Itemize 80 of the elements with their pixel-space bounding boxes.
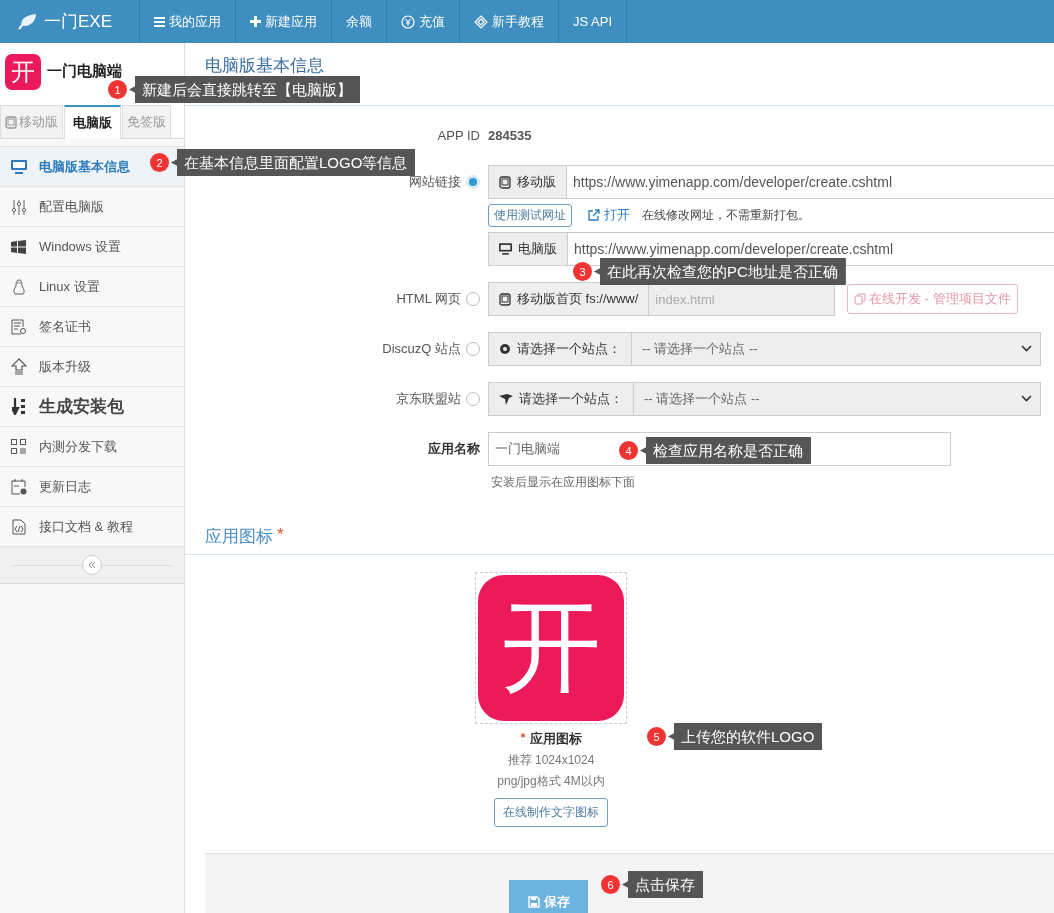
copy-icon <box>854 293 866 305</box>
coin-icon <box>401 14 415 29</box>
save-icon <box>527 896 540 908</box>
tablet-icon <box>5 115 17 129</box>
open-link[interactable]: 打开 <box>588 206 630 224</box>
callout-label: 在基本信息里面配置LOGO等信息 <box>171 149 416 176</box>
app-icon: 开 <box>5 53 41 90</box>
nav-link[interactable]: JS API <box>559 0 628 43</box>
chevron-down-icon <box>1021 345 1032 352</box>
code-file-icon <box>11 518 26 535</box>
diamond-icon <box>474 14 488 29</box>
select-value: -- 请选择一个站点 -- <box>643 390 761 408</box>
url-input-group[interactable]: 移动版 https://www.yimenapp.com/developer/create.cshtml <box>488 165 1054 199</box>
calendar-clock-icon <box>10 478 27 495</box>
field-label: DiscuzQ 站点 <box>382 340 461 358</box>
make-text-icon-button[interactable]: 在线制作文字图标 <box>494 798 608 827</box>
help-text: 推荐 1024x1024 <box>507 752 595 769</box>
section-title: 应用图标 <box>205 526 273 548</box>
step-number-badge: 3 <box>573 262 592 281</box>
callout-label: 检查应用名称是否正确 <box>640 437 811 464</box>
sidebar-menu-item[interactable]: Linux 设置 <box>0 267 184 307</box>
field-label: APP ID <box>436 127 480 143</box>
nav-link[interactable]: 新手教程 <box>460 0 559 43</box>
callout-label: 在此再次检查您的PC地址是否正确 <box>594 258 846 285</box>
url-value: https://www.yimenapp.com/developer/create.cshtml <box>573 241 895 257</box>
sidebar-menu-item[interactable]: 配置电脑版 <box>0 187 184 227</box>
step-number-badge: 5 <box>647 727 666 746</box>
sidebar-menu-item[interactable]: 版本升级 <box>0 347 184 387</box>
select-value: -- 请选择一个站点 -- <box>641 340 759 358</box>
sidebar-menu-item[interactable]: 内测分发下载 <box>0 427 184 467</box>
input-addon: 移动版 <box>489 166 567 198</box>
icon-caption: 应用图标 <box>529 730 582 748</box>
field-label: HTML 网页 <box>396 290 461 308</box>
site-select-group[interactable]: 请选择一个站点： -- 请选择一个站点 -- <box>488 382 1041 416</box>
double-chevron-left-icon <box>87 560 97 570</box>
callout-label: 新建后会直接跳转至【电脑版】 <box>129 76 360 103</box>
app-id-value: 284535 <box>488 127 532 143</box>
monitor-icon <box>10 159 27 174</box>
help-text: 在线修改网址，不需重新打包。 <box>642 206 810 224</box>
monitor-icon <box>499 243 512 255</box>
certificate-icon <box>10 318 27 335</box>
version-tab[interactable]: 电脑版 <box>64 105 121 139</box>
tablet-icon <box>499 175 511 189</box>
field-label: 应用名称 <box>427 440 480 458</box>
windows-icon <box>11 239 26 254</box>
required-mark: * <box>277 525 284 546</box>
nav-link[interactable]: 余额 <box>332 0 387 43</box>
sidebar-menu-item[interactable]: Windows 设置 <box>0 227 184 267</box>
external-link-icon <box>588 209 600 221</box>
test-url-button[interactable]: 使用测试网址 <box>488 203 572 227</box>
chevron-down-icon <box>1021 395 1032 402</box>
required-mark: * <box>520 730 526 747</box>
nav-link[interactable]: 充值 <box>387 0 460 43</box>
sidebar-menu-item[interactable]: 生成安装包 <box>0 387 184 427</box>
menu-icon <box>154 16 165 27</box>
plus-icon <box>250 16 261 27</box>
radio-button[interactable] <box>466 342 480 356</box>
leaf-icon <box>16 12 38 31</box>
site-select-group[interactable]: 请选择一个站点： -- 请选择一个站点 -- <box>488 332 1041 366</box>
field-label: 京东联盟站 <box>396 390 461 408</box>
help-text: 安装后显示在应用图标下面 <box>490 474 635 491</box>
sliders-icon <box>10 198 27 215</box>
sidebar-menu-item[interactable]: 更新日志 <box>0 467 184 507</box>
callout-label: 上传您的软件LOGO <box>668 723 823 750</box>
radio-button[interactable] <box>466 392 480 406</box>
sidebar-menu-item[interactable]: 签名证书 <box>0 307 184 347</box>
input-addon: 移动版首页 fs://www/ <box>489 283 650 315</box>
url-value: https://www.yimenapp.com/developer/create.cshtml <box>572 174 894 190</box>
callout-label: 点击保存 <box>622 871 703 898</box>
tablet-icon <box>499 292 511 306</box>
app-name: 一门电脑端 <box>47 62 122 81</box>
download-arrow-icon <box>11 398 26 415</box>
input-addon: 电脑版 <box>489 233 568 265</box>
help-text: png/jpg格式 4M以内 <box>497 773 605 790</box>
qr-code-icon <box>11 439 26 454</box>
brand-logo-text[interactable]: 一门EXE <box>44 10 113 33</box>
field-label: 网站链接 <box>409 173 461 191</box>
upgrade-arrow-icon <box>10 358 27 375</box>
collapse-sidebar-button[interactable] <box>82 555 102 575</box>
nav-link[interactable]: 新建应用 <box>236 0 332 43</box>
